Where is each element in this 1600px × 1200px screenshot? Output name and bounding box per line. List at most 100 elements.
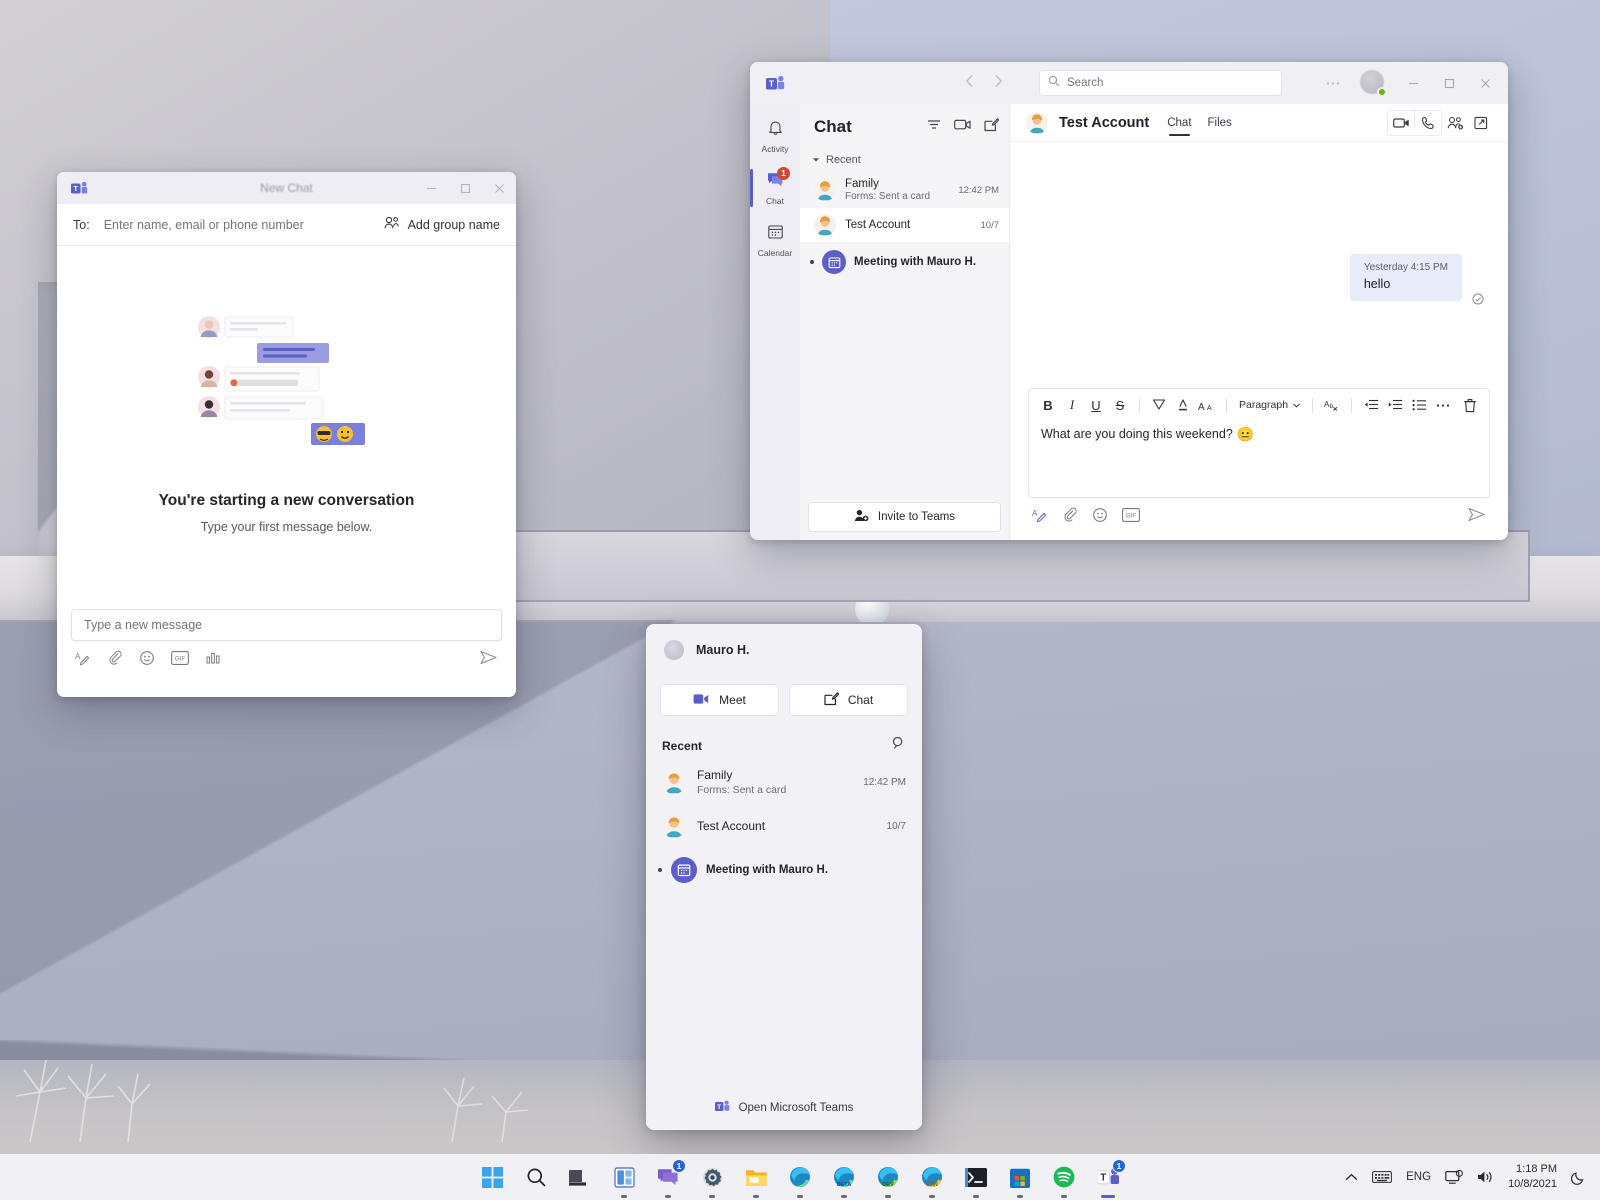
recent-section-header[interactable]: Recent <box>800 150 1009 172</box>
open-microsoft-teams-button[interactable]: T Open Microsoft Teams <box>646 1086 922 1130</box>
maximize-icon[interactable] <box>1432 62 1466 104</box>
search-input[interactable] <box>1067 77 1273 89</box>
terminal-button[interactable] <box>962 1163 990 1191</box>
rail-item-activity[interactable]: Activity <box>750 110 800 162</box>
desktop: T New Chat To: <box>0 0 1600 1200</box>
video-call-icon[interactable] <box>1388 111 1414 135</box>
emoji-icon[interactable] <box>139 650 155 671</box>
user-avatar[interactable] <box>1360 70 1386 96</box>
flyout-chat-item-family[interactable]: Family Forms: Sent a card 12:42 PM <box>646 759 922 805</box>
recipient-input[interactable] <box>104 218 384 232</box>
rail-item-chat[interactable]: 1 Chat <box>750 162 800 214</box>
popout-icon[interactable] <box>1468 111 1494 135</box>
widgets-button[interactable] <box>610 1163 638 1191</box>
send-icon[interactable] <box>1467 506 1486 528</box>
edge-beta-button[interactable]: BETA <box>830 1163 858 1191</box>
clear-formatting-icon[interactable]: Ab <box>1321 394 1343 416</box>
keyboard-icon[interactable] <box>1372 1170 1392 1184</box>
minimize-icon[interactable] <box>1396 62 1430 104</box>
search-icon[interactable] <box>892 736 906 755</box>
invite-to-teams-button[interactable]: Invite to Teams <box>808 502 1001 532</box>
font-color-icon[interactable] <box>1172 394 1194 416</box>
format-icon[interactable]: A <box>75 650 91 671</box>
poll-icon[interactable] <box>205 650 221 671</box>
attach-icon[interactable] <box>1062 507 1078 528</box>
chevron-left-icon[interactable] <box>965 74 975 93</box>
audio-call-icon[interactable] <box>1415 111 1441 135</box>
search-button[interactable] <box>522 1163 550 1191</box>
trash-icon[interactable] <box>1459 394 1481 416</box>
task-view-button[interactable] <box>566 1163 594 1191</box>
network-icon[interactable] <box>1445 1170 1463 1185</box>
font-size-icon[interactable]: AA <box>1196 394 1218 416</box>
filter-icon[interactable] <box>927 118 941 137</box>
underline-button[interactable]: U <box>1085 394 1107 416</box>
microsoft-store-button[interactable] <box>1006 1163 1034 1191</box>
giphy-icon[interactable]: GIF <box>171 651 189 670</box>
video-call-icon[interactable] <box>954 118 971 137</box>
search-box[interactable] <box>1039 70 1282 96</box>
flyout-chat-item-test-account[interactable]: Test Account 10/7 <box>646 805 922 847</box>
chevron-right-icon[interactable] <box>993 74 1003 93</box>
decrease-indent-icon[interactable] <box>1360 394 1382 416</box>
clock[interactable]: 1:18 PM 10/8/2021 <box>1508 1162 1557 1192</box>
new-chat-window[interactable]: T New Chat To: <box>57 172 516 697</box>
chat-button[interactable]: Chat <box>789 684 908 716</box>
svg-text:A: A <box>1198 402 1205 412</box>
add-people-icon[interactable] <box>1442 111 1468 135</box>
start-button[interactable] <box>478 1163 506 1191</box>
teams-titlebar[interactable]: T <box>750 62 1508 104</box>
new-chat-titlebar[interactable]: T New Chat <box>57 172 516 204</box>
new-chat-recipient-row[interactable]: To: Add group name <box>57 204 516 246</box>
add-group-name-button[interactable]: Add group name <box>384 216 500 233</box>
invite-to-teams-label: Invite to Teams <box>878 511 955 523</box>
edge-dev-button[interactable]: DEV <box>874 1163 902 1191</box>
giphy-icon[interactable]: GIF <box>1122 508 1140 527</box>
bullet-list-icon[interactable] <box>1408 394 1430 416</box>
person-add-icon <box>854 509 869 525</box>
settings-button[interactable] <box>698 1163 726 1191</box>
new-chat-icon[interactable] <box>984 118 999 137</box>
emoji-icon[interactable] <box>1092 507 1108 528</box>
attach-icon[interactable] <box>107 650 123 671</box>
send-icon[interactable] <box>479 649 498 671</box>
close-icon[interactable] <box>1468 62 1502 104</box>
tab-files[interactable]: Files <box>1208 104 1232 142</box>
chat-list-item-test-account[interactable]: Test Account 10/7 <box>800 208 1009 242</box>
chat-list-meeting-item[interactable]: Meeting with Mauro H. <box>800 242 1009 280</box>
teams-button[interactable]: T 1 <box>1094 1163 1122 1191</box>
meet-button[interactable]: Meet <box>660 684 779 716</box>
highlight-icon[interactable] <box>1148 394 1170 416</box>
more-icon[interactable] <box>1432 394 1454 416</box>
flyout-chat-text: Family Forms: Sent a card <box>697 768 786 796</box>
edge-button[interactable] <box>786 1163 814 1191</box>
svg-text:CAN: CAN <box>926 1182 937 1188</box>
chevron-up-icon[interactable] <box>1345 1173 1358 1182</box>
spotify-button[interactable] <box>1050 1163 1078 1191</box>
edge-canary-button[interactable]: CAN <box>918 1163 946 1191</box>
more-icon[interactable] <box>1316 62 1350 104</box>
chat-list-item-family[interactable]: Family Forms: Sent a card 12:42 PM <box>800 172 1009 208</box>
italic-button[interactable]: I <box>1061 394 1083 416</box>
new-chat-message-input[interactable] <box>84 618 489 632</box>
chat-button[interactable]: 1 <box>654 1163 682 1191</box>
volume-icon[interactable] <box>1477 1170 1494 1184</box>
compose-box[interactable]: B I U S AA <box>1028 388 1490 498</box>
moon-icon[interactable] <box>1571 1170 1586 1185</box>
tab-chat[interactable]: Chat <box>1167 104 1191 142</box>
flyout-meeting-item[interactable]: Meeting with Mauro H. <box>646 847 922 893</box>
microsoft-teams-window[interactable]: T <box>750 62 1508 540</box>
teams-chat-flyout[interactable]: Mauro H. Meet Chat Recent <box>646 624 922 1130</box>
rail-item-calendar[interactable]: Calendar <box>750 214 800 266</box>
format-icon[interactable]: A <box>1032 507 1048 528</box>
increase-indent-icon[interactable] <box>1384 394 1406 416</box>
paragraph-style-dropdown[interactable]: Paragraph <box>1235 399 1304 411</box>
strikethrough-button[interactable]: S <box>1109 394 1131 416</box>
new-chat-input-box[interactable] <box>71 609 502 641</box>
compose-input[interactable]: What are you doing this weekend? 😐 <box>1029 421 1489 497</box>
file-explorer-button[interactable] <box>742 1163 770 1191</box>
bold-button[interactable]: B <box>1037 394 1059 416</box>
language-indicator[interactable]: ENG <box>1406 1171 1431 1183</box>
chat-list-header: Chat <box>800 104 1009 150</box>
clock-time: 1:18 PM <box>1508 1162 1557 1177</box>
